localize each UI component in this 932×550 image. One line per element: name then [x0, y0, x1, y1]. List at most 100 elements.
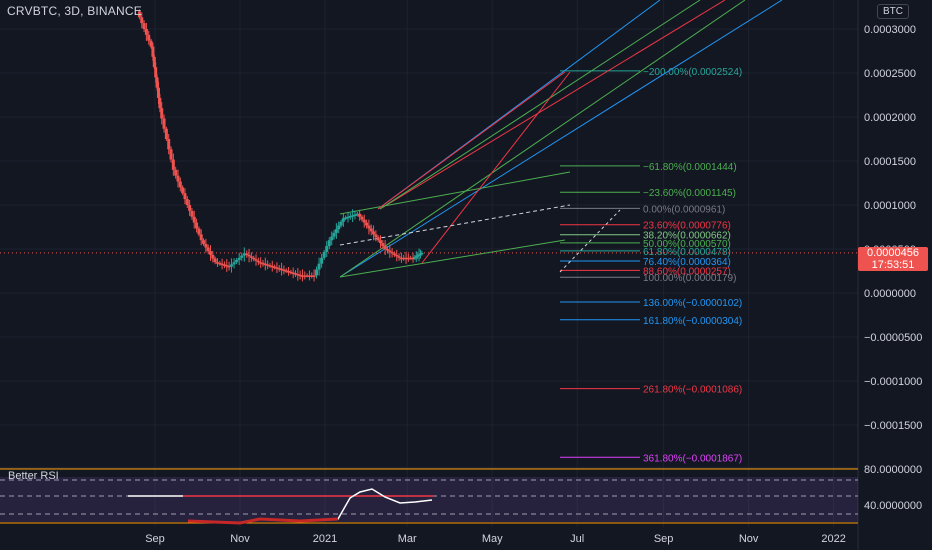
y-tick-label: 0.0000000 — [864, 288, 916, 300]
candle-body — [158, 97, 162, 109]
candle-body — [235, 260, 239, 263]
candle-body — [211, 254, 215, 259]
candle-body — [160, 108, 164, 119]
candle-body — [204, 243, 208, 248]
currency-badge: BTC — [877, 4, 909, 19]
candle-body — [312, 275, 316, 277]
candle-body — [379, 240, 383, 244]
candle-body — [185, 199, 189, 205]
candle-body — [247, 254, 251, 257]
candle-body — [176, 175, 180, 182]
candle-body — [254, 259, 258, 261]
last-price-value: 0.0000456 — [867, 247, 919, 259]
x-tick-label: Sep — [654, 533, 674, 545]
x-tick-label: 2021 — [313, 533, 337, 545]
candle-body — [230, 264, 234, 267]
fib-level-label: −61.80%(0.0001444) — [643, 162, 737, 173]
fib-level-label: −200.00%(0.0002524) — [643, 67, 742, 78]
candle-body — [420, 252, 424, 255]
candle-body — [206, 247, 210, 252]
x-tick-label: Nov — [739, 533, 759, 545]
x-tick-label: Jul — [570, 533, 584, 545]
fib-level-label: 161.80%(−0.0000304) — [643, 316, 742, 327]
candle-body — [171, 159, 175, 170]
candle-body — [330, 236, 334, 241]
x-tick-label: Nov — [230, 533, 250, 545]
candle-body — [381, 243, 385, 247]
fib-level-label: 136.00%(−0.0000102) — [643, 298, 742, 309]
candle-body — [237, 257, 241, 260]
y-tick-label: −0.0001500 — [864, 420, 922, 432]
last-price-badge: 0.0000456 17:53:51 — [858, 247, 928, 271]
rsi-tick-label: 40.0000000 — [864, 500, 922, 512]
candle-body — [320, 257, 324, 264]
candle-body — [390, 251, 394, 254]
rsi-tick-label: 80.0000000 — [864, 464, 922, 476]
countdown-timer: 17:53:51 — [871, 259, 915, 271]
candle-body — [317, 263, 321, 270]
candle-body — [360, 216, 364, 220]
candle-body — [169, 149, 173, 160]
candle-body — [383, 246, 387, 249]
candle-body — [397, 256, 401, 258]
candle-body — [188, 205, 192, 211]
y-tick-label: 0.0001000 — [864, 200, 916, 212]
candle-body — [209, 251, 213, 255]
candle-body — [240, 255, 244, 258]
candle-body — [190, 210, 194, 217]
indicator-title[interactable]: Better RSI — [8, 470, 59, 482]
y-tick-label: 0.0002500 — [864, 68, 916, 80]
candle-body — [142, 23, 146, 29]
candle-body — [367, 225, 371, 229]
y-tick-label: 0.0001500 — [864, 156, 916, 168]
candle-body — [195, 222, 199, 229]
candle-body — [388, 250, 392, 252]
candle-body — [358, 213, 362, 217]
candle-body — [245, 253, 249, 255]
candle-body — [162, 118, 166, 129]
y-tick-label: 0.0002000 — [864, 112, 916, 124]
y-tick-label: 0.0003000 — [864, 24, 916, 36]
symbol-title[interactable]: CRVBTC, 3D, BINANCE — [7, 4, 142, 18]
fib-level-label: −23.60%(0.0001145) — [643, 188, 736, 199]
candle-body — [144, 29, 148, 35]
candle-body — [332, 232, 336, 237]
candle-body — [362, 219, 366, 223]
candle-body — [256, 260, 260, 263]
candle-body — [376, 237, 380, 241]
x-tick-label: Mar — [398, 533, 417, 545]
candle-body — [140, 17, 144, 24]
candle-body — [199, 234, 203, 241]
price-chart-svg: 0.0003000 0.0002500 0.0002000 0.0001500 0.00… — [0, 0, 932, 550]
candle-body — [232, 262, 236, 265]
candle-body — [395, 254, 399, 257]
fib-level-label: 361.80%(−0.0001867) — [643, 453, 742, 464]
candle-body — [167, 139, 171, 150]
candle-body — [339, 221, 343, 226]
candle-body — [372, 231, 376, 235]
candle-body — [178, 181, 182, 188]
rsi-band — [0, 477, 858, 522]
candle-body — [174, 169, 178, 176]
candle-body — [385, 249, 389, 251]
candle-body — [365, 222, 369, 226]
candle-body — [327, 240, 331, 247]
candle-body — [197, 228, 201, 235]
candle-body — [369, 228, 373, 232]
candle-body — [322, 251, 326, 258]
candle-body — [147, 34, 151, 41]
fib-level-label: 261.80%(−0.0001086) — [643, 385, 742, 396]
y-tick-label: −0.0001000 — [864, 376, 922, 388]
candle-body — [252, 257, 256, 260]
candle-body — [374, 234, 378, 238]
candle-body — [315, 269, 319, 276]
candle-body — [181, 187, 185, 194]
candle-body — [337, 225, 341, 230]
x-tick-label: Sep — [145, 533, 165, 545]
candle-body — [183, 193, 187, 200]
candle-body — [213, 258, 217, 263]
x-tick-label: May — [482, 533, 503, 545]
fib-level-label: 0.00%(0.0000961) — [643, 204, 725, 215]
candle-body — [392, 253, 396, 255]
x-tick-label: 2022 — [821, 533, 845, 545]
